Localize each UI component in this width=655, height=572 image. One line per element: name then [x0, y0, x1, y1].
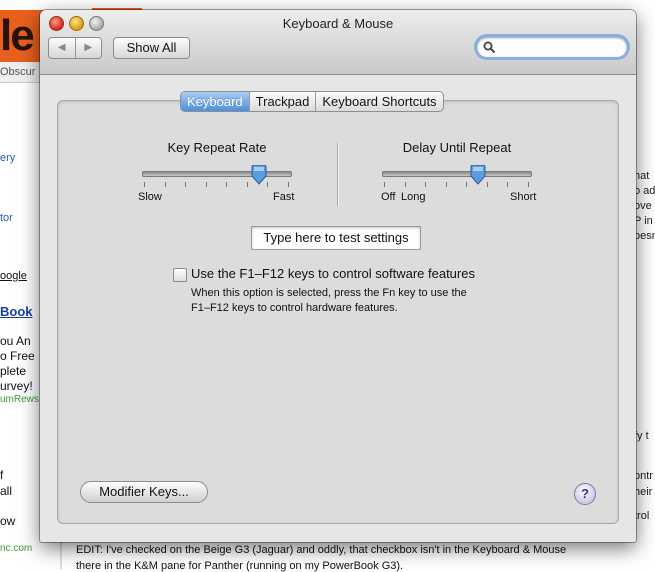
promo-source: umRews [0, 394, 39, 405]
off-label: Off [381, 191, 396, 203]
article-edit-line: there in the K&M pane for Panther (runni… [76, 560, 404, 572]
article-fragment: heir [634, 486, 653, 498]
help-button[interactable]: ? [574, 483, 596, 505]
article-fragment: oesn [634, 230, 655, 242]
fn-keys-label[interactable]: Use the F1–F12 keys to control software … [191, 266, 475, 281]
fast-label: Fast [273, 191, 295, 203]
show-all-button[interactable]: Show All [113, 37, 190, 59]
magnifier-icon [483, 41, 496, 54]
keyboard-mouse-window: Keyboard & Mouse ◀ ▶ Show All Keyboard T… [40, 10, 636, 542]
delay-until-repeat-label: Delay Until Repeat [402, 140, 512, 155]
slider-tick [288, 182, 289, 187]
key-repeat-slider-track[interactable] [142, 171, 292, 177]
window-toolbar: Keyboard & Mouse ◀ ▶ Show All [40, 10, 636, 75]
delay-slider-knob[interactable] [470, 165, 486, 185]
side-word: all [0, 484, 13, 498]
site-logo: le [0, 10, 44, 62]
slider-tick [384, 182, 385, 187]
slider-tick [528, 182, 529, 187]
sidebar-link[interactable]: ery [0, 152, 15, 164]
key-repeat-rate-label: Key Repeat Rate [167, 140, 267, 155]
slider-tick [144, 182, 145, 187]
slider-tick [226, 182, 228, 187]
promo-line: o Free [0, 349, 35, 363]
forward-arrow-icon[interactable]: ▶ [74, 38, 102, 58]
history-nav: ◀ ▶ [48, 37, 102, 59]
slider-tick [246, 182, 248, 187]
sidebar-link[interactable]: tor [0, 212, 13, 224]
article-fragment: fy t [634, 430, 649, 442]
fn-keys-description-line: F1–F12 keys to control hardware features… [191, 302, 398, 314]
article-fragment: trol [634, 510, 650, 522]
article-fragment: hat [634, 170, 650, 182]
slider-tick [507, 182, 509, 187]
article-fragment: ontr [634, 470, 653, 482]
short-label: Short [510, 191, 537, 203]
slider-tick [205, 182, 207, 187]
google-link[interactable]: oogle [0, 270, 27, 282]
fn-keys-description: When this option is selected, press the … [191, 286, 467, 316]
tab-keyboard-shortcuts[interactable]: Keyboard Shortcuts [315, 92, 442, 111]
delay-slider-track[interactable] [382, 171, 532, 177]
slow-label: Slow [138, 191, 162, 203]
slider-tick [466, 182, 468, 187]
test-settings-field[interactable]: Type here to test settings [251, 226, 421, 250]
article-fragment: ove [634, 200, 652, 212]
slider-tick [267, 182, 269, 187]
pane-tabs: Keyboard Trackpad Keyboard Shortcuts [180, 91, 444, 112]
tab-keyboard[interactable]: Keyboard [181, 92, 249, 111]
promo-line: plete [0, 364, 27, 378]
article-edit-line: EDIT: I've checked on the Beige G3 (Jagu… [76, 544, 567, 556]
article-fragment: P in [634, 215, 653, 227]
slider-tick [404, 182, 406, 187]
slider-tick [445, 182, 447, 187]
tab-trackpad[interactable]: Trackpad [248, 92, 316, 111]
slider-tick [425, 182, 427, 187]
promo-line: ou An [0, 334, 31, 348]
search-field[interactable] [477, 37, 627, 57]
key-repeat-slider-knob[interactable] [251, 165, 267, 185]
slider-divider [337, 143, 338, 206]
book-link[interactable]: Book [0, 304, 33, 319]
side-word: ow [0, 514, 16, 528]
fn-keys-checkbox[interactable] [173, 268, 187, 282]
promo-line: urvey! [0, 379, 33, 393]
fn-keys-description-line: When this option is selected, press the … [191, 287, 467, 299]
slider-tick [185, 182, 187, 187]
side-word: f [0, 468, 4, 482]
slider-tick [486, 182, 488, 187]
window-title: Keyboard & Mouse [282, 16, 394, 31]
slider-tick [164, 182, 166, 187]
back-arrow-icon[interactable]: ◀ [49, 38, 75, 58]
article-fragment: o ad [634, 185, 655, 197]
footer-link[interactable]: nc.com [0, 543, 32, 554]
modifier-keys-button[interactable]: Modifier Keys... [80, 481, 208, 503]
long-label: Long [401, 191, 426, 203]
